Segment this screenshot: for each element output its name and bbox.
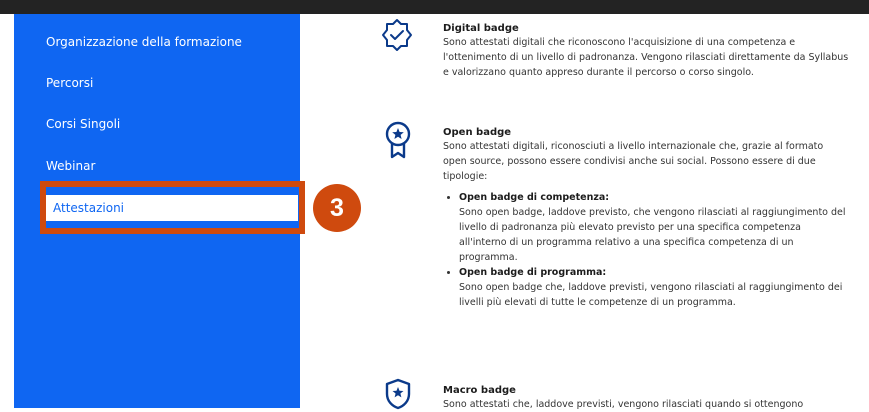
sidebar-item-organizzazione[interactable]: Organizzazione della formazione [46,35,242,49]
digital-badge-text: Sono attestati digitali che riconoscono … [443,37,849,78]
open-badge-text: Sono attestati digitali, riconosciuti a … [443,141,824,182]
list-item-title: Open badge di programma: [459,267,607,278]
sidebar-item-corsi-singoli[interactable]: Corsi Singoli [46,117,120,131]
badge-check-icon [382,19,412,51]
sidebar-item-percorsi[interactable]: Percorsi [46,76,93,90]
list-item-text: Sono open badge che, laddove previsti, v… [459,282,843,308]
digital-badge-title: Digital badge [443,23,519,34]
open-badge-section: Open badge Sono attestati digitali, rico… [443,126,849,310]
highlight-frame [40,181,305,234]
list-item: Open badge di competenza: Sono open badg… [459,190,849,265]
step-number-badge: 3 [313,184,361,232]
macro-badge-text: Sono attestati che, laddove previsti, ve… [443,399,804,410]
digital-badge-section: Digital badge Sono attestati digitali ch… [443,22,849,80]
list-item-text: Sono open badge, laddove previsto, che v… [459,207,846,263]
open-badge-list: Open badge di competenza: Sono open badg… [443,190,849,310]
award-ribbon-star-icon [385,121,411,159]
top-bar [0,0,869,14]
list-item: Open badge di programma: Sono open badge… [459,265,849,310]
macro-badge-title: Macro badge [443,385,516,396]
open-badge-title: Open badge [443,127,512,138]
shield-star-icon [385,378,411,410]
list-item-title: Open badge di competenza: [459,192,610,203]
sidebar-item-webinar[interactable]: Webinar [46,159,95,173]
